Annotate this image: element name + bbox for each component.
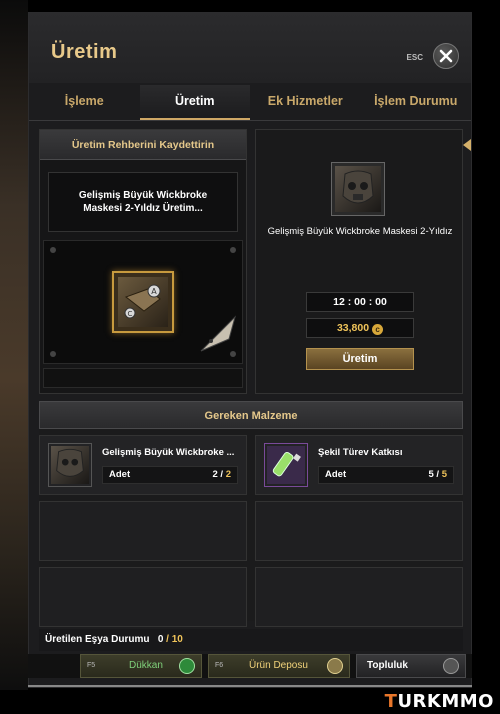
svg-text:C: C bbox=[128, 310, 133, 318]
shop-button[interactable]: F5 Dükkan bbox=[80, 654, 202, 678]
materials-header: Gereken Malzeme bbox=[39, 401, 463, 429]
expand-arrow-icon[interactable] bbox=[463, 139, 471, 151]
material-slot-empty bbox=[255, 501, 463, 561]
production-window: Üretim ESC İşleme Üretim Ek Hizmetler İş… bbox=[28, 12, 472, 688]
material-slot-empty bbox=[39, 501, 247, 561]
coin-icon: c bbox=[372, 324, 384, 335]
status-label: Üretilen Eşya Durumu bbox=[45, 634, 150, 645]
quantity-have: 2 bbox=[212, 469, 218, 480]
needle-icon bbox=[200, 315, 236, 352]
material-icon-slot bbox=[48, 443, 92, 487]
watermark-logo: TURKMMO bbox=[385, 691, 494, 712]
bottom-divider bbox=[28, 685, 472, 687]
window-title: Üretim bbox=[51, 41, 118, 63]
register-guide-button[interactable]: Üretim Rehberini Kaydettirin bbox=[40, 130, 246, 160]
tab-processing[interactable]: İşleme bbox=[29, 85, 140, 120]
recipe-footer-bar bbox=[43, 368, 243, 388]
cost-value: 33,800 bbox=[336, 322, 370, 334]
shop-label: Dükkan bbox=[129, 660, 163, 671]
bottom-bar: F5 Dükkan F6 Ürün Deposu Topluluk bbox=[28, 654, 472, 678]
status-max: 10 bbox=[171, 634, 183, 645]
material-slot[interactable]: Gelişmiş Büyük Wickbroke ... Adet 2 / 2 bbox=[39, 435, 247, 495]
material-quantity: Adet 2 / 2 bbox=[102, 466, 238, 484]
community-label: Topluluk bbox=[367, 660, 408, 671]
window-header: Üretim ESC bbox=[29, 13, 471, 83]
quantity-need: 2 bbox=[225, 469, 231, 480]
recipe-scroll-icon: A C bbox=[118, 277, 168, 327]
tab-production[interactable]: Üretim bbox=[139, 85, 250, 120]
item-preview-slot[interactable] bbox=[331, 162, 385, 216]
close-icon bbox=[439, 49, 453, 63]
watermark-prefix: T bbox=[384, 691, 398, 712]
recipe-scroll-slot[interactable]: A C bbox=[112, 271, 174, 333]
material-slot-empty bbox=[39, 567, 247, 627]
product-depot-button[interactable]: F6 Ürün Deposu bbox=[208, 654, 350, 678]
quantity-have: 5 bbox=[428, 469, 434, 480]
shop-hotkey: F5 bbox=[87, 662, 96, 669]
materials-grid: Gelişmiş Büyük Wickbroke ... Adet 2 / 2 … bbox=[39, 435, 463, 627]
recipe-panel: Üretim Rehberini Kaydettirin Gelişmiş Bü… bbox=[39, 129, 247, 394]
tab-additional-services[interactable]: Ek Hizmetler bbox=[250, 85, 361, 120]
tab-bar: İşleme Üretim Ek Hizmetler İşlem Durumu bbox=[29, 85, 471, 121]
depot-icon bbox=[327, 658, 343, 674]
community-icon bbox=[443, 658, 459, 674]
material-name: Şekil Türev Katkısı bbox=[318, 447, 403, 458]
rivet-icon bbox=[50, 351, 56, 357]
depot-hotkey: F6 bbox=[215, 662, 224, 669]
material-quantity: Adet 5 / 5 bbox=[318, 466, 454, 484]
material-name: Gelişmiş Büyük Wickbroke ... bbox=[102, 447, 235, 458]
shop-icon bbox=[179, 658, 195, 674]
item-detail-panel: Gelişmiş Büyük Wickbroke Maskesi 2-Yıldı… bbox=[255, 129, 463, 394]
tab-process-status[interactable]: İşlem Durumu bbox=[361, 85, 472, 120]
material-slot[interactable]: Şekil Türev Katkısı Adet 5 / 5 bbox=[255, 435, 463, 495]
svg-text:A: A bbox=[151, 287, 157, 296]
production-cost: 33,800 c bbox=[306, 318, 414, 338]
quantity-value: 5 / 5 bbox=[428, 469, 447, 480]
item-name: Gelişmiş Büyük Wickbroke Maskesi 2-Yıldı… bbox=[267, 226, 453, 237]
required-materials: Gereken Malzeme Gelişmiş Büyük Wickbroke… bbox=[39, 401, 463, 627]
status-current: 0 bbox=[157, 634, 164, 645]
recipe-name: Gelişmiş Büyük Wickbroke Maskesi 2-Yıldı… bbox=[48, 172, 238, 232]
close-button[interactable] bbox=[433, 43, 459, 69]
recipe-slot-area: A C bbox=[43, 240, 243, 364]
watermark-text: URKMMO bbox=[397, 691, 494, 712]
depot-label: Ürün Deposu bbox=[249, 660, 308, 671]
quantity-label: Adet bbox=[325, 469, 347, 480]
mask-icon bbox=[335, 166, 381, 212]
produced-items-status: Üretilen Eşya Durumu 0 / 10 bbox=[39, 629, 463, 651]
rivet-icon bbox=[230, 247, 236, 253]
material-icon-slot bbox=[264, 443, 308, 487]
esc-label: ESC bbox=[406, 53, 423, 62]
quantity-label: Adet bbox=[109, 469, 131, 480]
rivet-icon bbox=[50, 247, 56, 253]
material-slot-empty bbox=[255, 567, 463, 627]
potion-vial-icon bbox=[267, 446, 305, 484]
background-scenery bbox=[0, 0, 28, 690]
quantity-value: 2 / 2 bbox=[212, 469, 231, 480]
produce-button[interactable]: Üretim bbox=[306, 348, 414, 370]
production-time: 12 : 00 : 00 bbox=[306, 292, 414, 312]
community-button[interactable]: Topluluk bbox=[356, 654, 466, 678]
quantity-need: 5 bbox=[441, 469, 447, 480]
mask-icon bbox=[51, 446, 89, 484]
